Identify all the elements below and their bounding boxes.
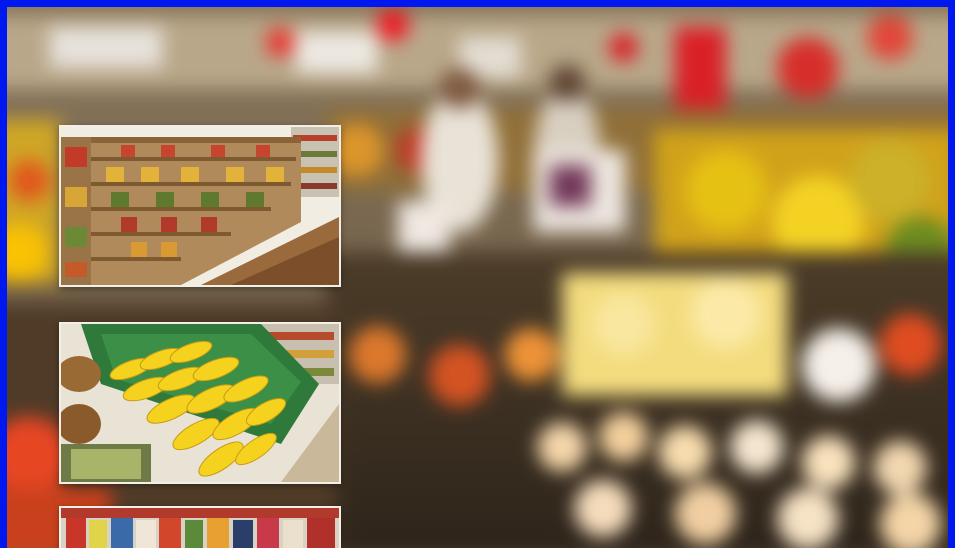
- magazine-image: [61, 508, 339, 548]
- shelf-image: [61, 127, 339, 285]
- image-viewer-frame: [0, 0, 955, 548]
- newsstand-thumbnail[interactable]: [59, 506, 341, 548]
- banana-display-thumbnail[interactable]: [59, 322, 341, 484]
- banana-image: [61, 324, 339, 482]
- grocery-aisle-shelves-thumbnail[interactable]: [59, 125, 341, 287]
